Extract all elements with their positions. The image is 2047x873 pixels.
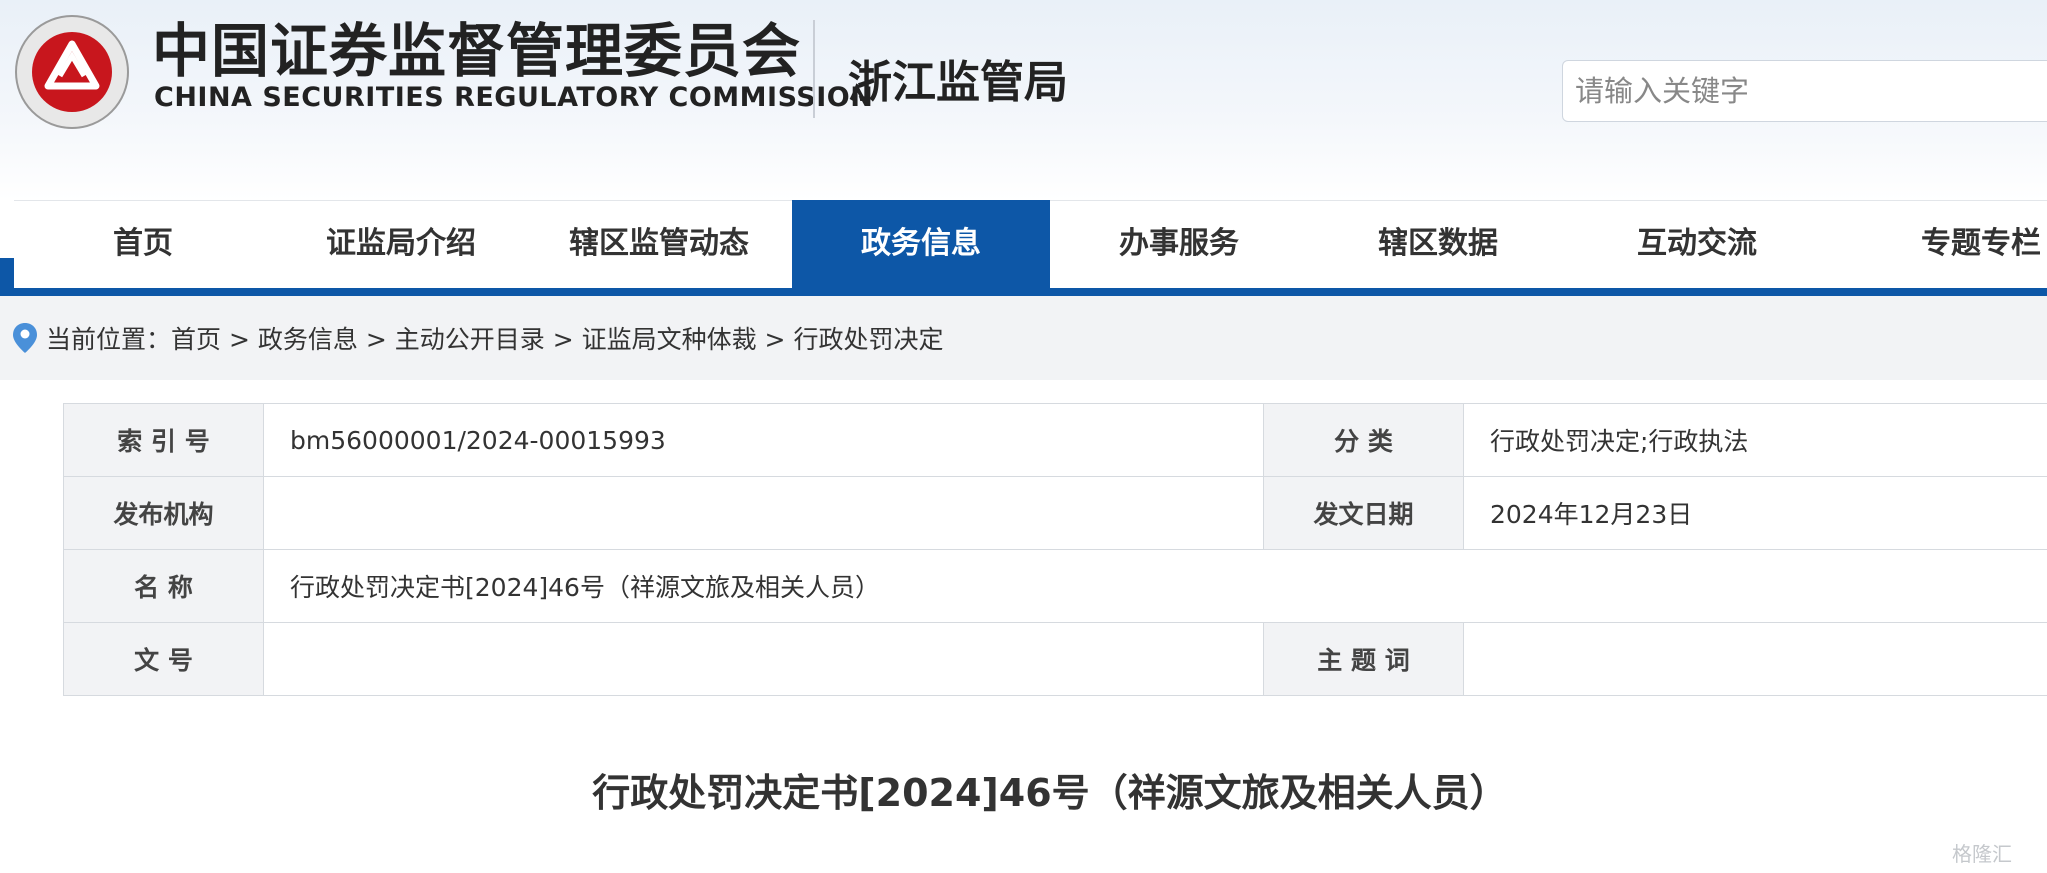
nav-accent xyxy=(0,258,14,296)
nav-item-services[interactable]: 办事服务 xyxy=(1050,200,1308,288)
table-row: 发布机构 发文日期 2024年12月23日 xyxy=(63,476,2047,550)
watermark-text: 格隆汇 xyxy=(1952,842,2012,866)
breadcrumb-doc-types[interactable]: 证监局文种体裁 xyxy=(582,325,757,354)
category-label: 分 类 xyxy=(1263,403,1464,477)
doc-number-value xyxy=(263,622,1264,696)
nav-item-regional-news[interactable]: 辖区监管动态 xyxy=(530,200,788,288)
table-row: 名 称 行政处罚决定书[2024]46号（祥源文旅及相关人员） xyxy=(63,549,2047,623)
issue-date-value: 2024年12月23日 xyxy=(1463,476,2047,550)
logo-title-cn: 中国证券监督管理委员会 xyxy=(152,17,802,85)
nav-item-interaction[interactable]: 互动交流 xyxy=(1568,200,1826,288)
keywords-value xyxy=(1463,622,2047,696)
breadcrumb-penalty-decision[interactable]: 行政处罚决定 xyxy=(793,325,943,354)
doc-number-label: 文 号 xyxy=(63,622,264,696)
breadcrumb-separator: > xyxy=(756,325,794,354)
logo-title-en: CHINA SECURITIES REGULATORY COMMISSION xyxy=(154,82,874,113)
nav-item-regional-data[interactable]: 辖区数据 xyxy=(1309,200,1567,288)
index-label: 索 引 号 xyxy=(63,403,264,477)
doc-name-value: 行政处罚决定书[2024]46号（祥源文旅及相关人员） xyxy=(263,549,2047,623)
breadcrumb-separator: > xyxy=(544,325,582,354)
search-input[interactable]: 请输入关键字 xyxy=(1562,60,2047,122)
keywords-label: 主 题 词 xyxy=(1263,622,1464,696)
category-value: 行政处罚决定;行政执法 xyxy=(1463,403,2047,477)
header-divider xyxy=(813,20,815,118)
breadcrumb-home[interactable]: 首页 xyxy=(171,325,221,354)
nav-item-government-info[interactable]: 政务信息 xyxy=(792,200,1050,288)
breadcrumb-public-catalog[interactable]: 主动公开目录 xyxy=(395,325,545,354)
breadcrumb-separator: > xyxy=(221,325,258,354)
nav-item-bureau-intro[interactable]: 证监局介绍 xyxy=(272,200,530,288)
publisher-label: 发布机构 xyxy=(63,476,264,550)
index-value: bm56000001/2024-00015993 xyxy=(263,403,1264,477)
issue-date-label: 发文日期 xyxy=(1263,476,1464,550)
publisher-value xyxy=(263,476,1264,550)
csrc-emblem-icon[interactable] xyxy=(14,14,130,130)
nav-underline xyxy=(14,288,2047,296)
location-pin-icon xyxy=(13,323,37,353)
table-row: 索 引 号 bm56000001/2024-00015993 分 类 行政处罚决… xyxy=(63,403,2047,477)
breadcrumb-prefix: 当前位置： xyxy=(46,325,172,354)
doc-name-label: 名 称 xyxy=(63,549,264,623)
document-title: 行政处罚决定书[2024]46号（祥源文旅及相关人员） xyxy=(592,771,1508,815)
document-metadata-table: 索 引 号 bm56000001/2024-00015993 分 类 行政处罚决… xyxy=(63,403,2047,696)
nav-item-home[interactable]: 首页 xyxy=(14,200,272,288)
bureau-name: 浙江监管局 xyxy=(848,57,1068,108)
nav-item-special-topics[interactable]: 专题专栏 xyxy=(1852,200,2047,288)
breadcrumb-separator: > xyxy=(357,325,395,354)
table-row: 文 号 主 题 词 xyxy=(63,622,2047,696)
breadcrumb: 当前位置：首页 > 政务信息 > 主动公开目录 > 证监局文种体裁 > 行政处罚… xyxy=(46,320,943,360)
breadcrumb-government-info[interactable]: 政务信息 xyxy=(258,325,358,354)
